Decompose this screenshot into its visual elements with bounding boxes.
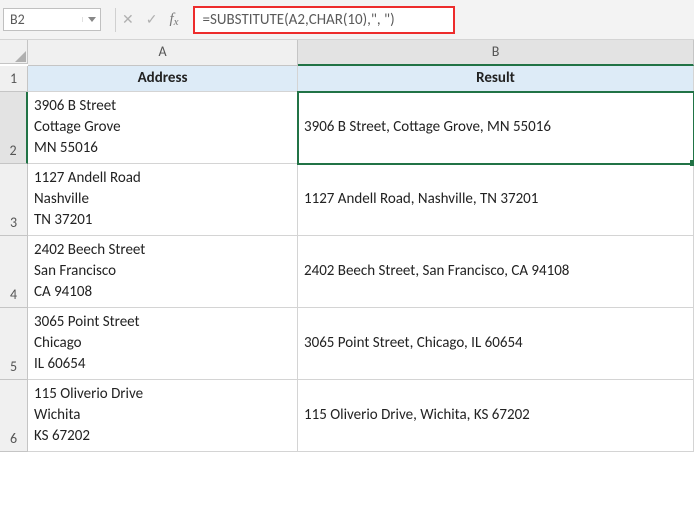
cell-A5[interactable]: 3065 Point Street Chicago IL 60654	[28, 308, 298, 380]
name-box[interactable]: B2	[3, 8, 101, 31]
col-header-B[interactable]: B	[298, 40, 694, 66]
row-header-2[interactable]: 2	[0, 92, 28, 164]
row-header-3[interactable]: 3	[0, 164, 28, 236]
formula-bar: B2 ✕ ✓ fx =SUBSTITUTE(A2,CHAR(10),", ")	[0, 0, 694, 40]
name-box-value: B2	[4, 9, 82, 30]
select-all-corner[interactable]	[0, 40, 28, 64]
row-header-1[interactable]: 1	[0, 66, 28, 92]
row-header-6[interactable]: 6	[0, 380, 28, 452]
row-header-5[interactable]: 5	[0, 308, 28, 380]
formula-input[interactable]: =SUBSTITUTE(A2,CHAR(10),", ")	[193, 6, 455, 34]
cell-A3[interactable]: 1127 Andell Road Nashville TN 37201	[28, 164, 298, 236]
cell-B5[interactable]: 3065 Point Street, Chicago, IL 60654	[298, 308, 694, 380]
col-header-A[interactable]: A	[28, 40, 298, 66]
row-header-4[interactable]: 4	[0, 236, 28, 308]
cell-B1[interactable]: Result	[298, 66, 694, 92]
cell-B2[interactable]: 3906 B Street, Cottage Grove, MN 55016	[298, 92, 694, 164]
cancel-icon[interactable]: ✕	[122, 11, 134, 28]
formula-buttons: ✕ ✓ fx	[122, 11, 179, 28]
worksheet-grid: A B 1 Address Result 2 3906 B Street Cot…	[0, 40, 694, 452]
name-box-dropdown[interactable]	[82, 17, 100, 22]
cell-B4[interactable]: 2402 Beech Street, San Francisco, CA 941…	[298, 236, 694, 308]
cell-B3[interactable]: 1127 Andell Road, Nashville, TN 37201	[298, 164, 694, 236]
cell-B6[interactable]: 115 Oliverio Drive, Wichita, KS 67202	[298, 380, 694, 452]
cell-A1[interactable]: Address	[28, 66, 298, 92]
cell-A2[interactable]: 3906 B Street Cottage Grove MN 55016	[28, 92, 298, 164]
cell-A4[interactable]: 2402 Beech Street San Francisco CA 94108	[28, 236, 298, 308]
cell-A6[interactable]: 115 Oliverio Drive Wichita KS 67202	[28, 380, 298, 452]
chevron-down-icon	[88, 17, 96, 22]
separator	[115, 8, 116, 32]
fx-icon[interactable]: fx	[169, 11, 178, 28]
confirm-icon[interactable]: ✓	[146, 11, 158, 28]
